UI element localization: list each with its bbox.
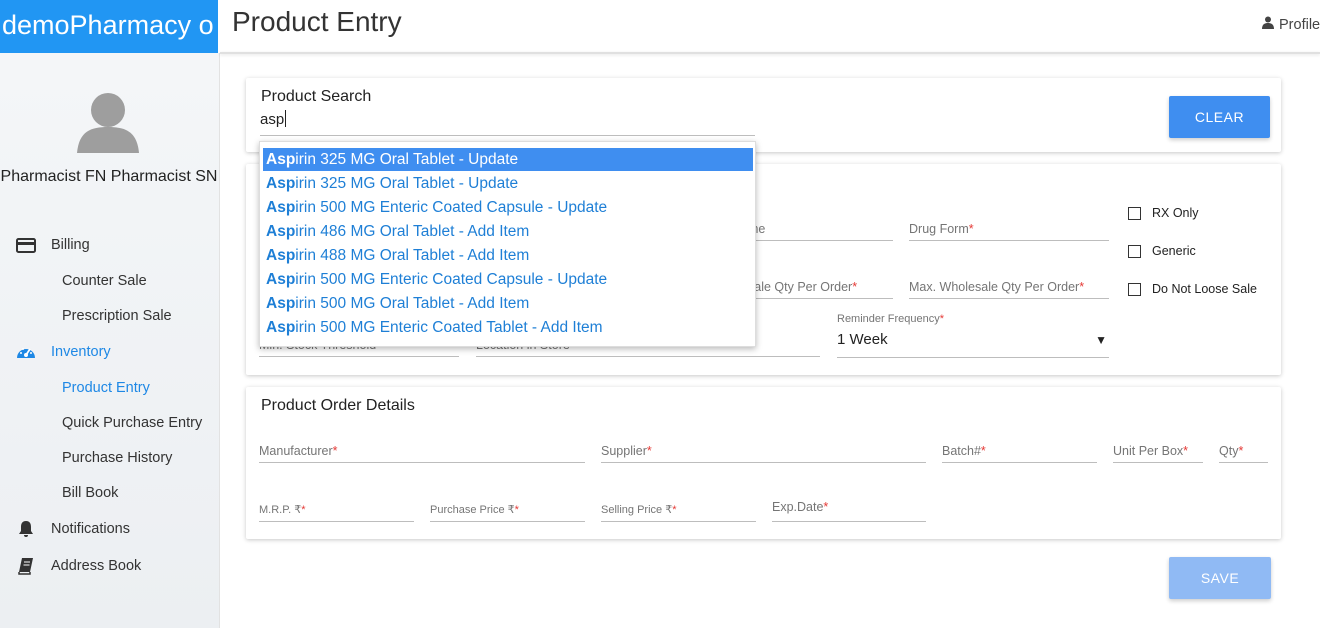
product-name-field[interactable]: me [748, 222, 893, 241]
product-search-title: Product Search [261, 88, 372, 105]
generic-checkbox[interactable]: Generic [1128, 244, 1196, 258]
sidebar-item-label: Address Book [51, 558, 142, 574]
checkbox-label: Do Not Loose Sale [1152, 282, 1257, 296]
dashboard-gauge-icon [15, 343, 37, 361]
batch-field[interactable]: Batch#* [942, 444, 1097, 463]
supplier-field[interactable]: Supplier* [601, 444, 926, 463]
user-icon [1262, 16, 1274, 33]
profile-label: Profile [1279, 16, 1320, 33]
bell-icon [15, 520, 37, 538]
suggestion-item[interactable]: Aspirin 325 MG Oral Tablet - Update [263, 148, 753, 171]
reminder-frequency-label: Reminder Frequency* [837, 313, 944, 325]
sidebar-item-purchase-history[interactable]: Purchase History [62, 446, 172, 470]
checkbox-label: Generic [1152, 244, 1196, 258]
suggestion-item[interactable]: Aspirin 500 MG Enteric Coated Capsule - … [263, 196, 753, 219]
max-wholesale-qty-field[interactable]: Max. Wholesale Qty Per Order* [909, 280, 1109, 299]
product-search-input[interactable]: asp [260, 108, 755, 136]
rx-only-checkbox[interactable]: RX Only [1128, 206, 1199, 220]
save-button[interactable]: SAVE [1169, 557, 1271, 599]
unit-per-box-field[interactable]: Unit Per Box* [1113, 444, 1203, 463]
sidebar-item-label: Inventory [51, 344, 111, 360]
sidebar-item-billing[interactable]: Billing [0, 230, 218, 260]
purchase-price-field[interactable]: Purchase Price ₹* [430, 503, 585, 522]
profile-menu[interactable]: Profile [1262, 16, 1320, 33]
book-icon [15, 557, 37, 575]
suggestion-item[interactable]: Aspirin 500 MG Enteric Coated Capsule - … [263, 268, 753, 291]
checkbox-label: RX Only [1152, 206, 1199, 220]
exp-date-field[interactable]: Exp.Date* [772, 500, 926, 522]
checkbox-box[interactable] [1128, 244, 1141, 258]
text-caret [285, 110, 287, 127]
mrp-field[interactable]: M.R.P. ₹* [259, 503, 414, 522]
dropdown-arrow-icon: ▼ [1095, 333, 1107, 347]
reminder-frequency-value: 1 Week [837, 331, 888, 348]
sidebar-item-quick-purchase-entry[interactable]: Quick Purchase Entry [62, 411, 202, 435]
min-wholesale-qty-field[interactable]: sale Qty Per Order* [748, 280, 893, 299]
clear-button[interactable]: CLEAR [1169, 96, 1270, 138]
sidebar-item-inventory[interactable]: Inventory [0, 337, 218, 367]
sidebar-item-address-book[interactable]: Address Book [0, 551, 218, 581]
sidebar-item-bill-book[interactable]: Bill Book [62, 481, 118, 505]
checkbox-box[interactable] [1128, 282, 1141, 296]
sidebar-item-label: Billing [51, 237, 90, 253]
suggestion-item[interactable]: Aspirin 486 MG Oral Tablet - Add Item [263, 220, 753, 243]
sidebar-item-label: Notifications [51, 521, 130, 537]
drug-form-field[interactable]: Drug Form* [909, 222, 1109, 241]
user-name: Pharmacist FN Pharmacist SN [0, 168, 218, 185]
search-suggestions-dropdown: Aspirin 325 MG Oral Tablet - Update Aspi… [259, 141, 756, 347]
reminder-frequency-select[interactable]: 1 Week ▼ [837, 331, 1109, 358]
page-title: Product Entry [232, 6, 402, 37]
sidebar-item-notifications[interactable]: Notifications [0, 514, 218, 544]
credit-card-icon [15, 236, 37, 254]
suggestion-item[interactable]: Aspirin 325 MG Oral Tablet - Update [263, 172, 753, 195]
sidebar-item-counter-sale[interactable]: Counter Sale [62, 269, 147, 293]
manufacturer-field[interactable]: Manufacturer* [259, 444, 585, 463]
search-query: asp [260, 111, 285, 128]
product-order-details-title: Product Order Details [261, 397, 415, 414]
qty-field[interactable]: Qty* [1219, 444, 1268, 463]
selling-price-field[interactable]: Selling Price ₹* [601, 503, 756, 522]
sidebar-item-product-entry[interactable]: Product Entry [62, 376, 150, 400]
suggestion-item[interactable]: Aspirin 500 MG Enteric Coated Tablet - A… [263, 316, 753, 339]
sidebar: Pharmacist FN Pharmacist SN Billing Coun… [0, 53, 220, 628]
user-avatar-icon [77, 93, 139, 153]
sidebar-item-prescription-sale[interactable]: Prescription Sale [62, 304, 172, 328]
app-brand[interactable]: demoPharmacy o [0, 0, 218, 53]
do-not-loose-sale-checkbox[interactable]: Do Not Loose Sale [1128, 282, 1257, 296]
header-divider [220, 52, 1320, 54]
suggestion-item[interactable]: Aspirin 488 MG Oral Tablet - Add Item [263, 244, 753, 267]
suggestion-item[interactable]: Aspirin 500 MG Oral Tablet - Add Item [263, 292, 753, 315]
checkbox-box[interactable] [1128, 206, 1141, 220]
